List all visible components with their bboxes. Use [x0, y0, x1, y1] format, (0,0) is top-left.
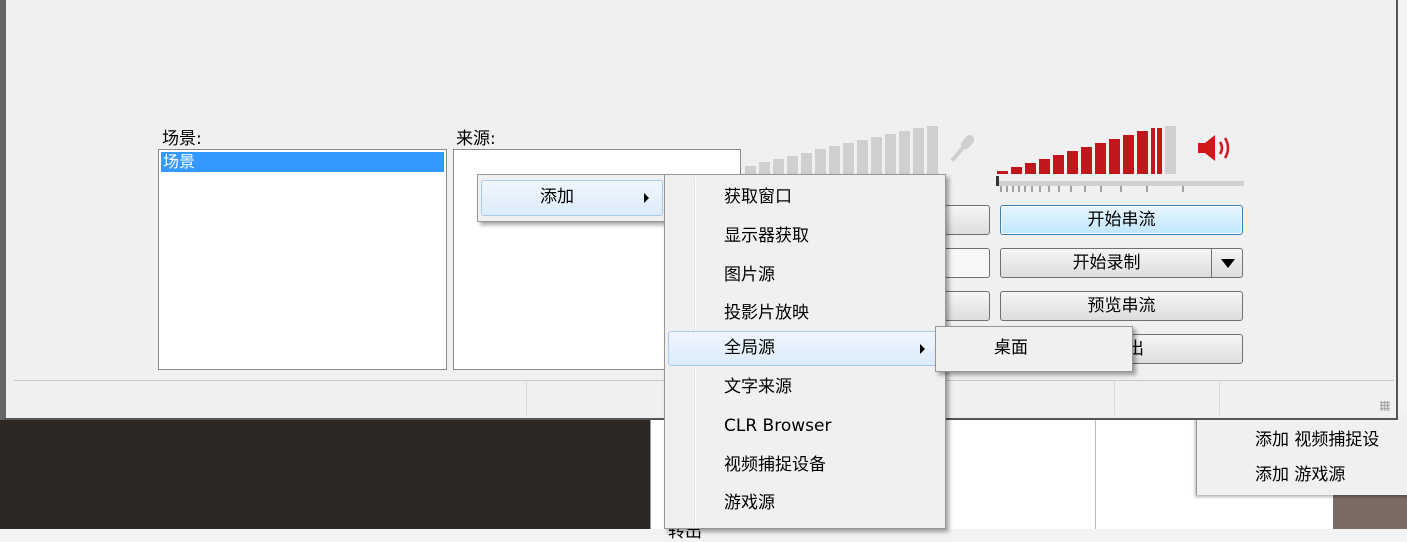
- menu-item-image-source[interactable]: 图片源: [668, 258, 942, 293]
- background-stripe: [1333, 490, 1407, 529]
- menu-item-add-label: 添加: [540, 187, 574, 207]
- menu-item-monitor-capture[interactable]: 显示器获取: [668, 219, 942, 254]
- scenes-label: 场景:: [162, 129, 202, 149]
- hidden-button-3[interactable]: [940, 291, 990, 321]
- desktop-volume-meter[interactable]: [997, 126, 1187, 174]
- start-record-label: 开始录制: [1072, 253, 1141, 273]
- scene-list-item[interactable]: 场景: [161, 152, 444, 172]
- record-dropdown-arrow-icon[interactable]: [1211, 249, 1242, 277]
- menu-item-desktop[interactable]: 桌面: [939, 331, 1129, 366]
- background-menu-item: 添加 视频捕捉设: [1255, 430, 1380, 450]
- mic-volume-meter[interactable]: [745, 126, 940, 174]
- menu-item-game-source[interactable]: 游戏源: [668, 486, 942, 521]
- sources-context-menu: 添加: [477, 174, 667, 222]
- hidden-button-1[interactable]: [940, 205, 990, 235]
- resize-grip[interactable]: [1380, 401, 1390, 411]
- preview-stream-button[interactable]: 预览串流: [1000, 291, 1243, 321]
- hidden-button-2[interactable]: [940, 248, 990, 278]
- volume-slider-thumb[interactable]: [996, 176, 999, 186]
- menu-item-video-capture[interactable]: 视频捕捉设备: [668, 448, 942, 483]
- submenu-arrow-icon: [920, 344, 925, 354]
- microphone-icon[interactable]: [944, 130, 980, 166]
- speaker-icon[interactable]: [1196, 133, 1238, 163]
- submenu-arrow-icon: [644, 193, 649, 203]
- background-menu: 添加 视频捕捉设 添加 游戏源: [1196, 415, 1407, 495]
- menu-item-add[interactable]: 添加: [481, 180, 663, 216]
- menu-item-text-source[interactable]: 文字来源: [668, 370, 942, 405]
- menu-item-clr-browser[interactable]: CLR Browser: [668, 409, 942, 444]
- add-source-submenu: 获取窗口 显示器获取 图片源 投影片放映 全局源 文字来源 CLR Browse…: [664, 174, 946, 529]
- background-menu-item: 添加 游戏源: [1255, 465, 1346, 485]
- start-record-button[interactable]: 开始录制: [1000, 248, 1243, 278]
- sources-label: 来源:: [456, 129, 496, 149]
- global-source-submenu: 桌面: [935, 326, 1133, 372]
- scenes-listbox[interactable]: 场景: [158, 149, 447, 370]
- menu-item-global-source[interactable]: 全局源: [668, 331, 942, 366]
- menu-item-window-capture[interactable]: 获取窗口: [668, 180, 942, 215]
- menu-item-slideshow[interactable]: 投影片放映: [668, 296, 942, 331]
- start-stream-button[interactable]: 开始串流: [1000, 205, 1243, 235]
- volume-slider-ticks: [1000, 186, 1184, 192]
